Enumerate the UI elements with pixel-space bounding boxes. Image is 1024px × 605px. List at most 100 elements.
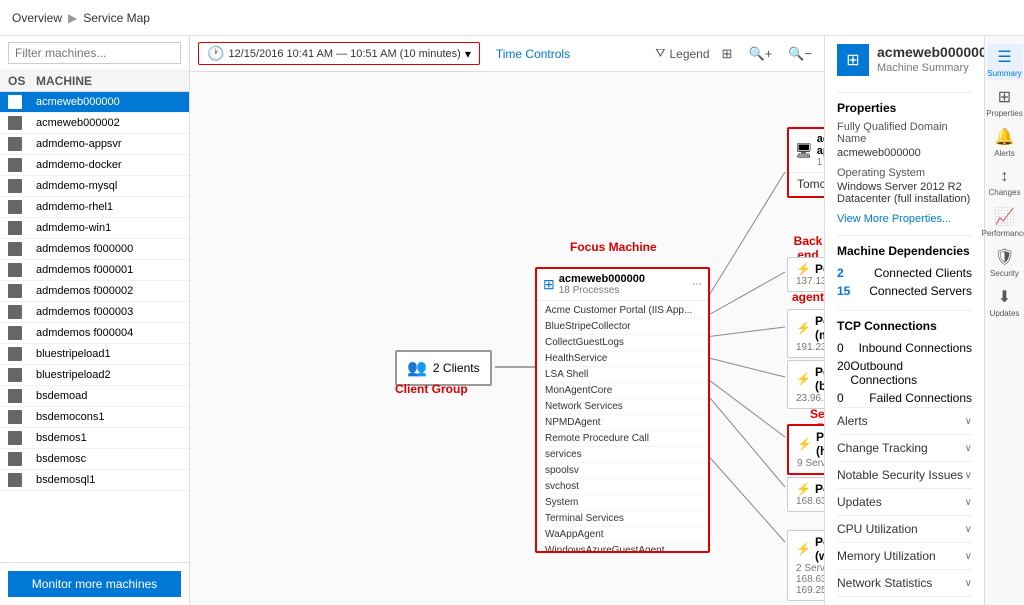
port-11126-node[interactable]: ⚡ Port 11126 ▾ 137.135.109.63 xyxy=(787,257,824,292)
panel-icon-changes[interactable]: ↕ Changes xyxy=(987,164,1023,200)
sidebar-item[interactable]: bsdemosc xyxy=(0,449,189,470)
panel-icon-label: Changes xyxy=(988,188,1020,197)
inbound-row: 0 Inbound Connections xyxy=(837,339,972,357)
legend-button[interactable]: ⛛ Legend xyxy=(655,46,709,61)
machine-name: admdemo-appsvr xyxy=(36,138,181,150)
process-item[interactable]: System xyxy=(537,495,708,511)
process-item[interactable]: CollectGuestLogs xyxy=(537,335,708,351)
machine-name: admdemos f000002 xyxy=(36,285,181,297)
collapsible-section[interactable]: Network Statistics ∨ xyxy=(837,569,972,596)
focus-node-body: Acme Customer Portal (IIS App...BlueStri… xyxy=(537,301,708,551)
collapsible-section[interactable]: Updates ∨ xyxy=(837,488,972,515)
port-1433-node[interactable]: ⚡ Port 1433 (ms-sql-s) ▾ 191.238.6.43 xyxy=(787,309,824,358)
process-item[interactable]: MonAgentCore xyxy=(537,383,708,399)
process-item[interactable]: BlueStripeCollector xyxy=(537,319,708,335)
sidebar-item[interactable]: bluestripeload2 xyxy=(0,365,189,386)
collapsible-section[interactable]: CPU Utilization ∨ xyxy=(837,515,972,542)
collapsible-section[interactable]: Alerts ∨ xyxy=(837,407,972,434)
panel-icon-updates[interactable]: ⬇ Updates xyxy=(987,284,1023,320)
process-item[interactable]: NPMDAgent xyxy=(537,415,708,431)
sidebar-item[interactable]: acmeweb000002 xyxy=(0,113,189,134)
time-control[interactable]: 🕐 12/15/2016 10:41 AM — 10:51 AM (10 min… xyxy=(198,42,480,65)
process-item[interactable]: Terminal Services xyxy=(537,511,708,527)
collapsible-section[interactable]: Change Tracking ∨ xyxy=(837,434,972,461)
time-controls-link[interactable]: Time Controls xyxy=(496,47,570,61)
sidebar-item[interactable]: admdemo-rhel1 xyxy=(0,197,189,218)
process-item[interactable]: spoolsv xyxy=(537,463,708,479)
collapsible-section[interactable]: Notable Security Issues ∨ xyxy=(837,461,972,488)
process-item[interactable]: Remote Procedure Call xyxy=(537,431,708,447)
panel-icon-alerts[interactable]: 🔔 Alerts xyxy=(987,124,1023,160)
port-icon-5: ⚡ xyxy=(796,482,811,496)
sidebar-item[interactable]: admdemos f000000 xyxy=(0,239,189,260)
sidebar-item[interactable]: admdemo-mysql xyxy=(0,176,189,197)
sidebar-item[interactable]: admdemo-appsvr xyxy=(0,134,189,155)
process-item[interactable]: WindowsAzureGuestAgent xyxy=(537,543,708,551)
panel-icon-properties[interactable]: ⊞ Properties xyxy=(987,84,1023,120)
sidebar-item[interactable]: bsdemos1 xyxy=(0,428,189,449)
section-chevron: ∨ xyxy=(965,470,972,481)
process-item[interactable]: WaAppAgent xyxy=(537,527,708,543)
connected-clients-label: Connected Clients xyxy=(874,266,972,280)
process-item[interactable]: Acme Customer Portal (IIS App... xyxy=(537,303,708,319)
sidebar-item[interactable]: acmeweb000000 xyxy=(0,92,189,113)
machine-name: admdemo-mysql xyxy=(36,180,181,192)
collapsible-section[interactable]: Memory Utilization ∨ xyxy=(837,542,972,569)
layout-button[interactable]: ⊞ xyxy=(718,44,737,64)
tomcat-process[interactable]: Tomcat xyxy=(789,175,824,194)
sidebar-item[interactable]: admdemos f000003 xyxy=(0,302,189,323)
os-icon xyxy=(8,473,22,487)
machine-name: admdemos f000004 xyxy=(36,327,181,339)
view-more-properties[interactable]: View More Properties... xyxy=(837,213,972,225)
sidebar-item[interactable]: admdemo-docker xyxy=(0,155,189,176)
panel-machine-name: acmeweb000000 xyxy=(877,44,984,60)
focus-node-title: acmeweb000000 xyxy=(559,273,645,285)
connected-servers-row: 15 Connected Servers xyxy=(837,282,972,300)
collapse-icon[interactable]: ⋯ xyxy=(692,279,702,290)
os-icon xyxy=(8,305,22,319)
port-80-ip2: 169.254.169.254 xyxy=(796,585,824,596)
process-item[interactable]: HealthService xyxy=(537,351,708,367)
client-group-node[interactable]: 👥 2 Clients xyxy=(395,350,492,386)
port-80-node[interactable]: ⚡ Port 80 (www) ▾ 2 Servers 168.63.129.1… xyxy=(787,530,824,601)
port-443-node[interactable]: ⚡ Port 443 (https) ▾ 9 Servers xyxy=(787,424,824,475)
breadcrumb-home[interactable]: Overview xyxy=(12,11,62,25)
panel-icon-performance[interactable]: 📈 Performance xyxy=(987,204,1023,240)
os-icon xyxy=(8,389,22,403)
sidebar-item[interactable]: bsdemosql1 xyxy=(0,470,189,491)
zoom-in-button[interactable]: 🔍+ xyxy=(744,44,776,64)
breadcrumb: Overview ▶ Service Map xyxy=(12,11,150,25)
port-32526-node[interactable]: ⚡ Port 32526 ▾ 168.63.129.16 xyxy=(787,477,824,512)
process-item[interactable]: Network Services xyxy=(537,399,708,415)
sidebar-item[interactable]: admdemos f000004 xyxy=(0,323,189,344)
section-label: Updates xyxy=(837,495,882,509)
process-item[interactable]: services xyxy=(537,447,708,463)
sidebar-item[interactable]: admdemos f000002 xyxy=(0,281,189,302)
os-icon xyxy=(8,347,22,361)
properties-title: Properties xyxy=(837,101,972,115)
os-icon xyxy=(8,116,22,130)
performance-icon: 📈 xyxy=(995,207,1015,227)
outbound-row: 20 Outbound Connections xyxy=(837,357,972,389)
zoom-out-button[interactable]: 🔍− xyxy=(784,44,816,64)
process-item[interactable]: svchost xyxy=(537,479,708,495)
sidebar-item[interactable]: bsdemocons1 xyxy=(0,407,189,428)
sidebar-item[interactable]: bsdemoad xyxy=(0,386,189,407)
sidebar-item[interactable]: admdemos f000001 xyxy=(0,260,189,281)
machine-name: bsdemos1 xyxy=(36,432,181,444)
port-7560-node[interactable]: ⚡ Port 7560 (bluestripe) ▾ 23.96.26.100 xyxy=(787,360,824,409)
service-map-area: 🕐 12/15/2016 10:41 AM — 10:51 AM (10 min… xyxy=(190,36,824,605)
changes-icon: ↕ xyxy=(1001,168,1009,186)
collapsible-section[interactable]: Network Performance ∨ xyxy=(837,596,972,605)
port-1433-label: Port 1433 (ms-sql-s) xyxy=(815,314,824,342)
panel-icon-summary[interactable]: ☰ Summary xyxy=(987,44,1023,80)
sidebar-item[interactable]: bluestripeload1 xyxy=(0,344,189,365)
machine-name: acmeweb000002 xyxy=(36,117,181,129)
monitor-machines-button[interactable]: Monitor more machines xyxy=(8,571,181,597)
focus-machine-label: Focus Machine xyxy=(570,240,657,254)
sidebar-item[interactable]: admdemo-win1 xyxy=(0,218,189,239)
panel-icon-security[interactable]: 🛡 Security xyxy=(987,244,1023,280)
filter-input[interactable] xyxy=(8,42,181,64)
process-item[interactable]: LSA Shell xyxy=(537,367,708,383)
properties-icon: ⊞ xyxy=(998,87,1011,107)
